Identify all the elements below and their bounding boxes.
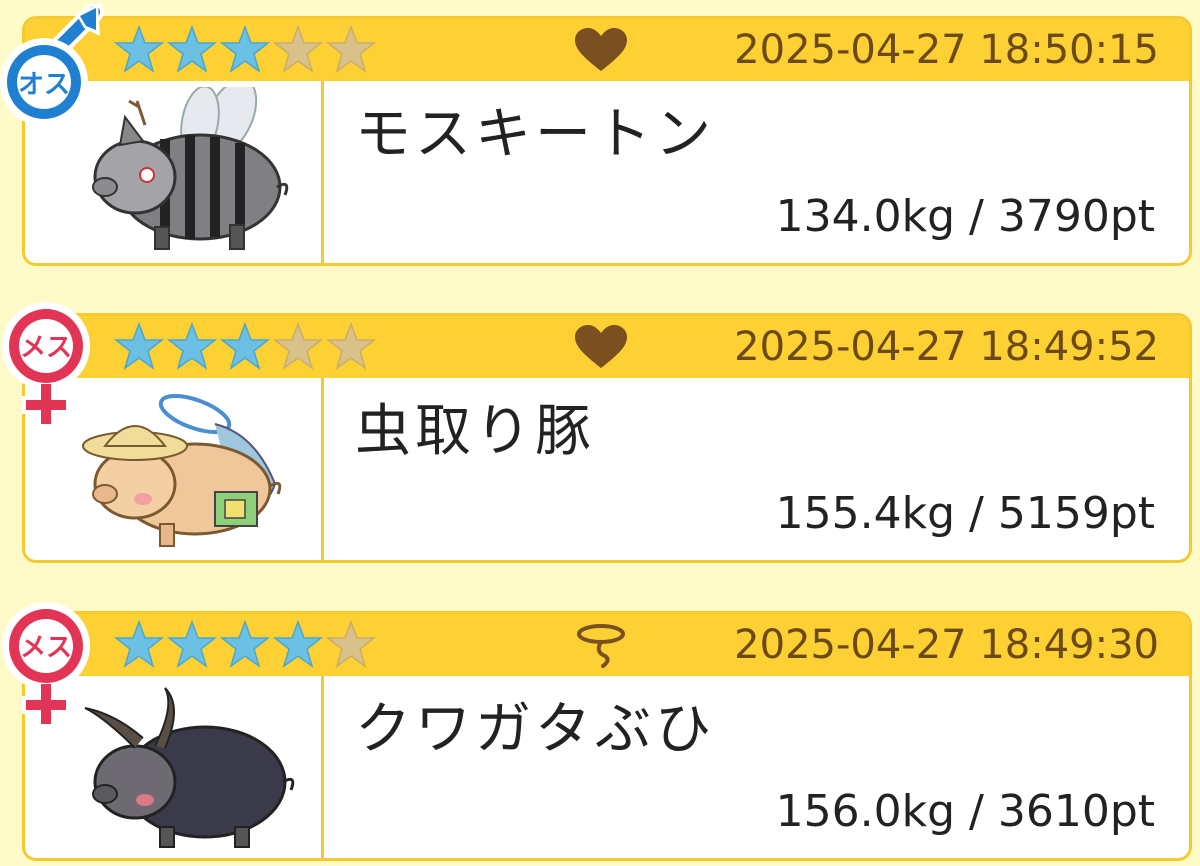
pig-name: クワガタぶひ (355, 697, 715, 762)
timestamp: 2025-04-27 18:49:30 (734, 622, 1159, 668)
star-filled-icon (272, 620, 325, 670)
star-filled-icon (113, 322, 166, 372)
gender-label: メス (20, 633, 72, 663)
pig-card[interactable]: 2025-04-27 18:49:52 虫取り豚 155.4kg / 5159p… (22, 313, 1192, 563)
star-filled-icon (219, 25, 272, 75)
timestamp: 2025-04-27 18:49:52 (734, 324, 1159, 370)
weight-points: 155.4kg / 5159pt (775, 488, 1155, 539)
pig-name: 虫取り豚 (355, 399, 595, 464)
star-filled-icon (113, 25, 166, 75)
weight-points: 134.0kg / 3790pt (775, 191, 1155, 242)
star-filled-icon (166, 25, 219, 75)
pig-card[interactable]: 2025-04-27 18:49:30 クワガタぶひ 156.0kg / 361… (22, 611, 1192, 861)
heart-icon (573, 324, 629, 370)
card-header: 2025-04-27 18:50:15 (25, 19, 1189, 81)
gender-label: オス (18, 70, 70, 100)
pig-card[interactable]: 2025-04-27 18:50:15 モスキートン 134.0kg / 379… (22, 16, 1192, 266)
star-empty-icon (272, 25, 325, 75)
pig-name: モスキートン (355, 102, 715, 167)
star-rating (113, 620, 378, 670)
star-empty-icon (272, 322, 325, 372)
heart-icon (573, 27, 629, 73)
star-filled-icon (219, 620, 272, 670)
star-filled-icon (219, 322, 272, 372)
star-empty-icon (325, 322, 378, 372)
gender-label: メス (20, 333, 72, 363)
timestamp: 2025-04-27 18:50:15 (734, 27, 1159, 73)
star-filled-icon (166, 322, 219, 372)
star-rating (113, 25, 378, 75)
female-icon: メス (0, 600, 110, 730)
female-icon: メス (0, 300, 110, 430)
star-empty-icon (325, 620, 378, 670)
star-filled-icon (113, 620, 166, 670)
star-rating (113, 322, 378, 372)
lasso-icon (573, 622, 629, 668)
male-icon: オス (0, 4, 110, 134)
weight-points: 156.0kg / 3610pt (775, 786, 1155, 837)
star-empty-icon (325, 25, 378, 75)
star-filled-icon (166, 620, 219, 670)
card-header: 2025-04-27 18:49:30 (25, 614, 1189, 676)
card-header: 2025-04-27 18:49:52 (25, 316, 1189, 378)
